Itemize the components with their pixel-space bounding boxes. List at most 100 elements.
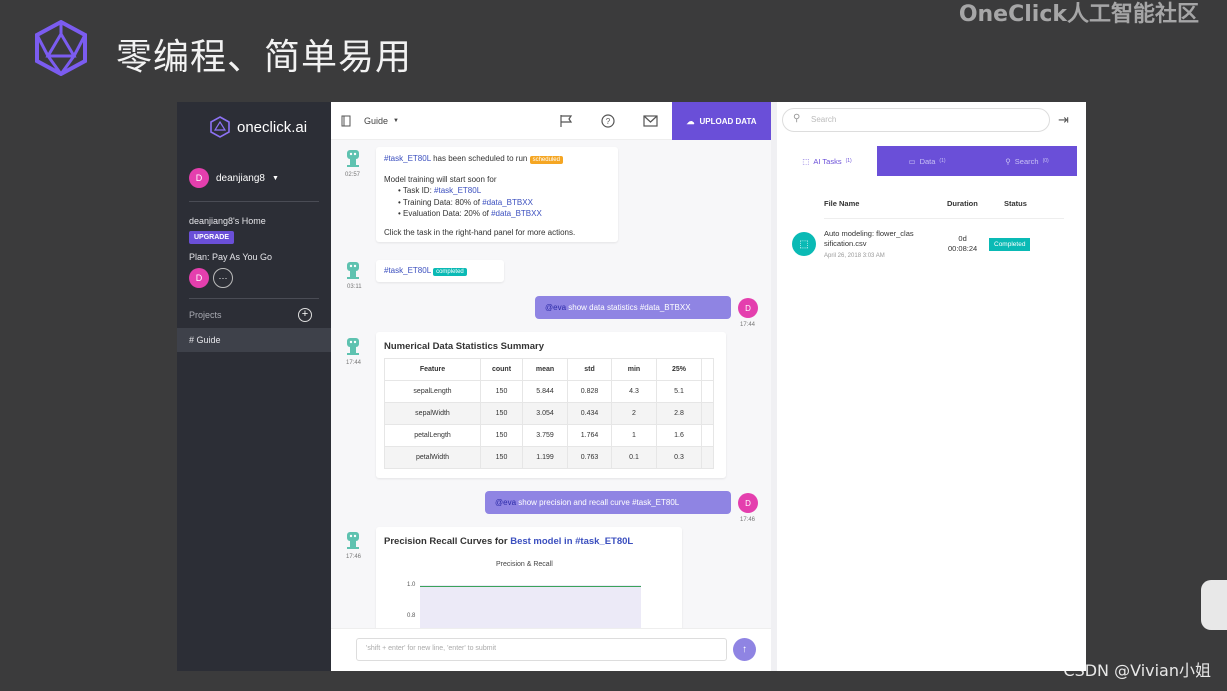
table-cell xyxy=(701,402,714,425)
table-cell: 1.6 xyxy=(656,424,702,447)
status-badge: Completed xyxy=(989,238,1031,251)
table-cell: 150 xyxy=(480,424,523,447)
send-button[interactable]: ↑ xyxy=(733,638,756,661)
side-decoration xyxy=(1201,580,1227,630)
table-cell: 5.844 xyxy=(522,380,568,403)
column-header-overflow xyxy=(701,358,714,381)
task-row[interactable]: ⬚ Auto modeling: flower_clas sification.… xyxy=(787,226,1067,266)
search-input[interactable]: Search xyxy=(782,108,1050,132)
precision-line xyxy=(420,586,641,587)
projects-label: Projects xyxy=(189,310,222,320)
bot-message-card: #task_ET80L has been scheduled to run sc… xyxy=(376,147,618,242)
message-text: Model training will start soon for xyxy=(384,174,497,184)
task-link[interactable]: #task_ET80L xyxy=(573,536,633,547)
tab-label: AI Tasks xyxy=(813,156,842,166)
table-cell xyxy=(701,424,714,447)
mention: @eva xyxy=(495,498,517,507)
timestamp: 17:46 xyxy=(740,517,756,523)
sidebar: oneclick.ai D deanjiang8 ▼ deanjiang8's … xyxy=(177,102,331,671)
add-project-button[interactable]: + xyxy=(298,308,312,322)
table-cell: 150 xyxy=(480,446,523,469)
timestamp: 17:44 xyxy=(346,360,362,366)
table-cell: 0.828 xyxy=(567,380,612,403)
help-icon[interactable]: ? xyxy=(601,102,615,140)
chart-card: Precision Recall Curves for Best model i… xyxy=(376,527,682,628)
table-header-row: Feature count mean std min 25% xyxy=(384,358,714,381)
model-link[interactable]: Best model in xyxy=(510,536,572,547)
bot-avatar-icon xyxy=(347,150,359,167)
stats-card: Numerical Data Statistics Summary Featur… xyxy=(376,332,726,478)
column-header: min xyxy=(611,358,657,381)
more-members-button[interactable]: ··· xyxy=(213,268,233,288)
caret-down-icon: ▼ xyxy=(271,174,279,182)
svg-text:?: ? xyxy=(606,117,611,126)
column-header: Duration xyxy=(947,199,978,208)
user-menu[interactable]: D deanjiang8 ▼ xyxy=(189,168,279,188)
bullet-label: Evaluation Data: 20% of xyxy=(403,209,492,218)
task-name-line: Auto modeling: flower_clas xyxy=(824,229,914,238)
timestamp: 17:44 xyxy=(740,322,756,328)
table-row: petalWidth 150 1.199 0.763 0.1 0.3 xyxy=(384,446,714,469)
table-cell xyxy=(701,380,714,403)
avatar: D xyxy=(189,168,209,188)
tab-count: (0) xyxy=(1042,158,1049,164)
table-cell: 1.199 xyxy=(522,446,568,469)
stats-title: Numerical Data Statistics Summary xyxy=(384,341,544,352)
data-link[interactable]: #data_BTBXX xyxy=(482,198,533,207)
timestamp: 02:57 xyxy=(345,172,361,178)
brand-logo-icon xyxy=(210,116,230,138)
project-selector[interactable]: Guide ▼ xyxy=(340,102,399,140)
bullet-label: Training Data: 80% of xyxy=(402,197,483,207)
task-date: April 26, 2018 3:03 AM xyxy=(824,253,885,259)
data-link[interactable]: #data_BTBXX xyxy=(491,209,542,218)
tab-data[interactable]: ▭ Data (1) xyxy=(877,146,977,176)
message-text: show data statistics #data_BTBXX xyxy=(566,303,691,312)
title-text: Precision Recall Curves for xyxy=(384,536,511,547)
oneclick-logo-icon xyxy=(35,20,87,76)
user-message: @eva show precision and recall curve #ta… xyxy=(485,491,731,514)
chat-panel: 02:57 #task_ET80L has been scheduled to … xyxy=(331,140,771,628)
column-header: count xyxy=(480,358,523,381)
stats-table: Feature count mean std min 25% sepalLeng… xyxy=(384,358,714,469)
tab-ai-tasks[interactable]: ⬚ AI Tasks (1) xyxy=(777,146,877,176)
task-link[interactable]: #task_ET80L xyxy=(384,154,431,163)
y-tick-label: 0.8 xyxy=(407,613,416,619)
table-row: sepalWidth 150 3.054 0.434 2 2.8 xyxy=(384,402,714,425)
search-icon: ⚲ xyxy=(1005,156,1011,166)
status-badge: scheduled xyxy=(529,156,563,164)
right-panel: Search ⚲ ⇥ ⬚ AI Tasks (1) ▭ Data (1) ⚲ S… xyxy=(771,102,1086,671)
flag-icon[interactable] xyxy=(559,102,573,140)
table-cell: 2 xyxy=(611,402,657,425)
member-list: D ··· xyxy=(189,268,233,288)
task-table-header: File Name Duration Status xyxy=(824,199,1064,219)
timestamp: 17:46 xyxy=(346,554,362,560)
brand[interactable]: oneclick.ai xyxy=(209,116,307,138)
schedule-line: #task_ET80L has been scheduled to run sc… xyxy=(384,153,610,167)
project-item-guide[interactable]: # Guide xyxy=(177,328,331,352)
home-label: deanjiang8's Home xyxy=(189,216,266,226)
table-cell: 1 xyxy=(611,424,657,447)
message-footer: Click the task in the right-hand panel f… xyxy=(384,227,576,237)
message-text: has been scheduled to run xyxy=(430,154,530,163)
bullet-item: • Task ID: #task_ET80L xyxy=(398,186,482,195)
username: deanjiang8 xyxy=(216,172,265,184)
task-name-line: sification.csv xyxy=(824,239,867,248)
table-cell: petalWidth xyxy=(384,446,481,469)
project-name: Guide xyxy=(364,116,389,126)
message-input[interactable]: 'shift + enter' for new line, 'enter' to… xyxy=(356,638,727,661)
image-mail-icon[interactable] xyxy=(643,102,659,140)
task-link[interactable]: #task_ET80L xyxy=(384,266,431,275)
upload-data-button[interactable]: ☁ UPLOAD DATA xyxy=(672,102,771,140)
upgrade-button[interactable]: UPGRADE xyxy=(189,231,235,244)
duration-days: 0d xyxy=(958,234,967,243)
member-avatar[interactable]: D xyxy=(189,268,209,288)
plan-label: Plan: Pay As You Go xyxy=(189,252,273,262)
cloud-upload-icon: ☁ xyxy=(686,116,695,126)
table-row: petalLength 150 3.759 1.764 1 1.6 xyxy=(384,424,714,447)
table-cell: 0.763 xyxy=(567,446,612,469)
collapse-panel-icon[interactable]: ⇥ xyxy=(1058,112,1069,128)
tab-label: Search xyxy=(1014,156,1039,166)
task-link[interactable]: #task_ET80L xyxy=(434,186,481,195)
tab-search[interactable]: ⚲ Search (0) xyxy=(977,146,1077,176)
tab-count: (1) xyxy=(939,158,946,164)
